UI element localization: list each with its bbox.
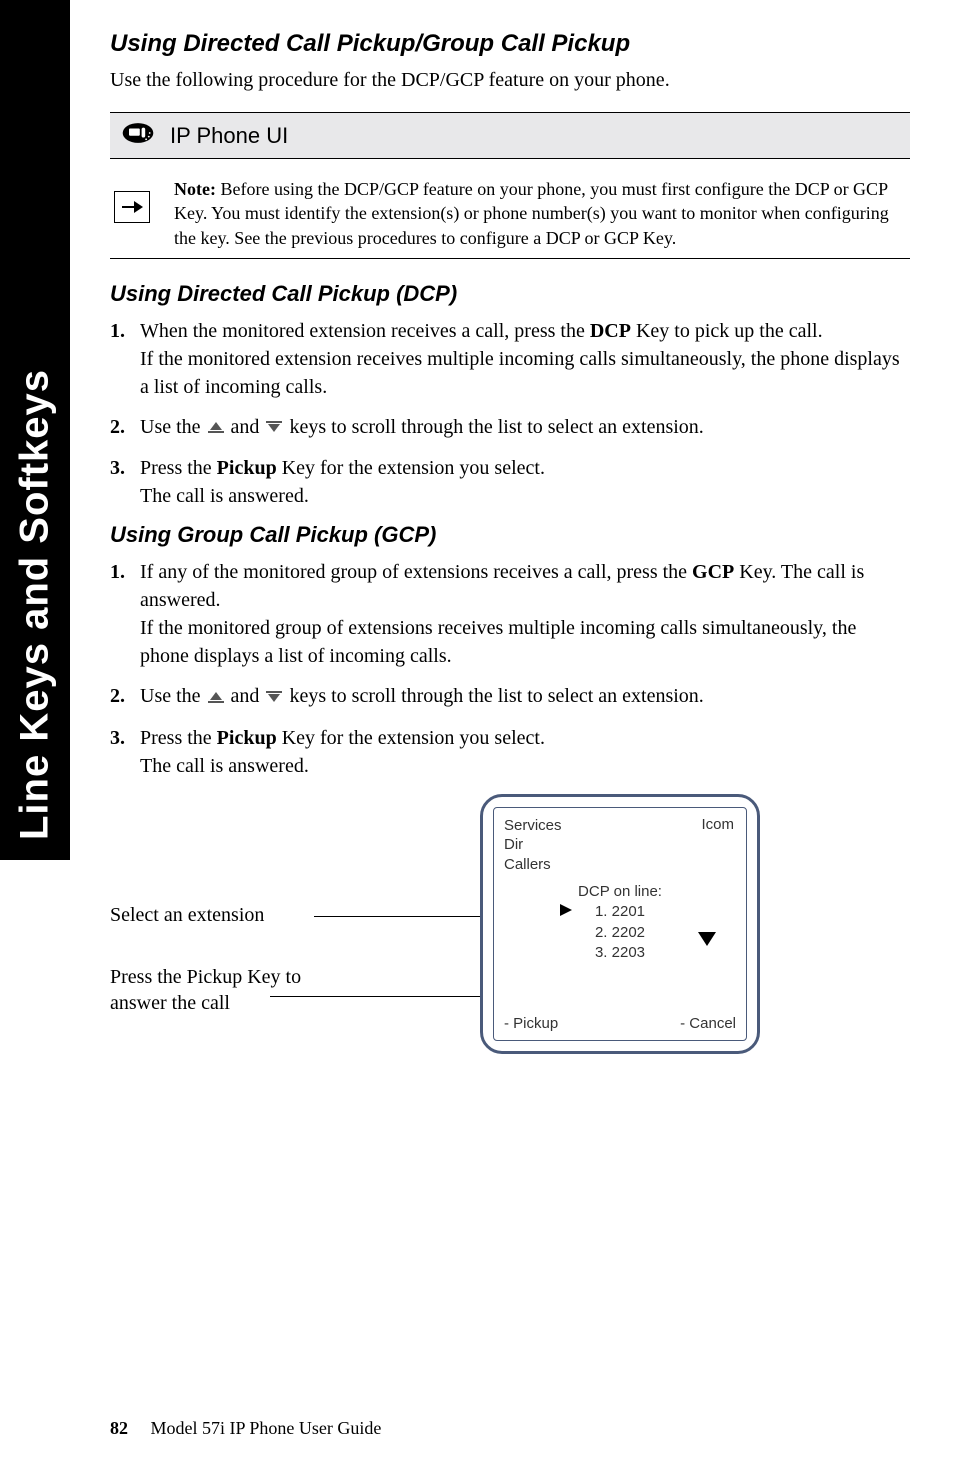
phone-icon: [120, 119, 156, 152]
phone-screen-inner: Icom Services Dir Callers DCP on line: 1…: [493, 807, 747, 1041]
screen-bottom-row: - Pickup - Cancel: [504, 1015, 736, 1032]
down-key-icon: [264, 414, 284, 442]
step-number: 1.: [110, 317, 132, 401]
screen-diagram: Select an extension Press the Pickup Key…: [110, 794, 910, 1094]
step-number: 1.: [110, 558, 132, 670]
dcp-step-3: 3. Press the Pickup Key for the extensio…: [110, 454, 910, 510]
up-key-icon: [206, 414, 226, 442]
connector-line: [270, 996, 482, 997]
diagram-label-pickup: Press the Pickup Key to answer the call: [110, 964, 310, 1016]
ip-phone-ui-bar: IP Phone UI: [110, 112, 910, 159]
screen-top-item: Dir: [504, 835, 736, 855]
step-body: Press the Pickup Key for the extension y…: [140, 724, 910, 780]
down-key-icon: [264, 684, 284, 712]
gcp-step-2: 2. Use the and keys to scroll through th…: [110, 682, 910, 711]
dcp-heading: Using Directed Call Pickup (DCP): [110, 281, 910, 307]
gcp-heading: Using Group Call Pickup (GCP): [110, 522, 910, 548]
screen-softkey-cancel: - Cancel: [680, 1015, 736, 1032]
page-number: 82: [110, 1418, 128, 1438]
dcp-step-1: 1. When the monitored extension receives…: [110, 317, 910, 401]
note-arrow-icon: [114, 191, 150, 223]
gcp-step-3: 3. Press the Pickup Key for the extensio…: [110, 724, 910, 780]
step-body: Use the and keys to scroll through the l…: [140, 682, 910, 711]
connector-line: [314, 916, 482, 917]
gcp-step-1: 1. If any of the monitored group of exte…: [110, 558, 910, 670]
step-number: 2.: [110, 413, 132, 442]
side-tab: Line Keys and Softkeys: [0, 0, 70, 860]
screen-top-item: Callers: [504, 855, 736, 875]
step-body: When the monitored extension receives a …: [140, 317, 910, 401]
selection-marker-icon: [560, 902, 572, 922]
phone-screen: Icom Services Dir Callers DCP on line: 1…: [480, 794, 760, 1054]
step-body: If any of the monitored group of extensi…: [140, 558, 910, 670]
screen-ext-item: 1. 2201: [504, 902, 736, 922]
page-content: Using Directed Call Pickup/Group Call Pi…: [110, 30, 910, 1094]
screen-center: DCP on line: 1. 2201 2. 2202 3. 2203: [504, 882, 736, 963]
step-body: Press the Pickup Key for the extension y…: [140, 454, 910, 510]
note-body: Before using the DCP/GCP feature on your…: [174, 179, 889, 248]
scroll-down-icon: [698, 932, 716, 952]
step-body: Use the and keys to scroll through the l…: [140, 413, 910, 442]
step-number: 2.: [110, 682, 132, 711]
screen-icom: Icom: [701, 816, 734, 833]
step-number: 3.: [110, 454, 132, 510]
note-label: Note:: [174, 179, 216, 199]
intro-text: Use the following procedure for the DCP/…: [110, 66, 910, 94]
diagram-label-select: Select an extension: [110, 904, 264, 927]
section-title: Using Directed Call Pickup/Group Call Pi…: [110, 30, 910, 58]
up-key-icon: [206, 684, 226, 712]
screen-softkey-pickup: - Pickup: [504, 1015, 558, 1032]
screen-center-title: DCP on line:: [504, 882, 736, 902]
ui-bar-label: IP Phone UI: [170, 123, 288, 149]
page-footer: 82 Model 57i IP Phone User Guide: [110, 1418, 381, 1439]
note-row: Note: Before using the DCP/GCP feature o…: [110, 169, 910, 259]
dcp-step-2: 2. Use the and keys to scroll through th…: [110, 413, 910, 442]
note-text: Note: Before using the DCP/GCP feature o…: [174, 177, 910, 250]
step-number: 3.: [110, 724, 132, 780]
footer-text: Model 57i IP Phone User Guide: [151, 1418, 382, 1438]
